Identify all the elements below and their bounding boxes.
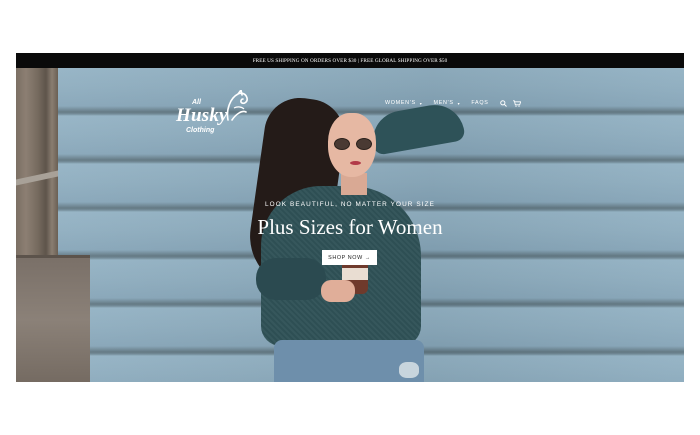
site-logo[interactable]: All Husky Clothing bbox=[176, 90, 248, 136]
logo-text-bottom: Clothing bbox=[186, 127, 215, 134]
hero-banner: All Husky Clothing WOMEN'S ▾ MEN'S ▾ FAQ… bbox=[16, 68, 684, 382]
website-frame: FREE US SHIPPING ON ORDERS OVER $30 | FR… bbox=[16, 53, 684, 382]
main-navigation: WOMEN'S ▾ MEN'S ▾ FAQS bbox=[385, 96, 525, 110]
nav-faqs[interactable]: FAQS bbox=[471, 100, 488, 106]
announcement-bar: FREE US SHIPPING ON ORDERS OVER $30 | FR… bbox=[16, 53, 684, 68]
search-icon[interactable] bbox=[499, 98, 509, 108]
nav-mens[interactable]: MEN'S ▾ bbox=[434, 100, 461, 106]
chevron-down-icon: ▾ bbox=[457, 100, 461, 106]
hero-subheading: LOOK BEAUTIFUL, NO MATTER YOUR SIZE bbox=[265, 201, 435, 208]
shop-now-button[interactable]: SHOP NOW → bbox=[322, 250, 377, 265]
chevron-down-icon: ▾ bbox=[419, 100, 423, 106]
cart-icon[interactable] bbox=[512, 98, 522, 108]
hero-heading: Plus Sizes for Women bbox=[257, 215, 443, 239]
sunglasses bbox=[334, 138, 376, 150]
nav-womens[interactable]: WOMEN'S ▾ bbox=[385, 100, 423, 106]
logo-text-main: Husky bbox=[176, 105, 228, 126]
